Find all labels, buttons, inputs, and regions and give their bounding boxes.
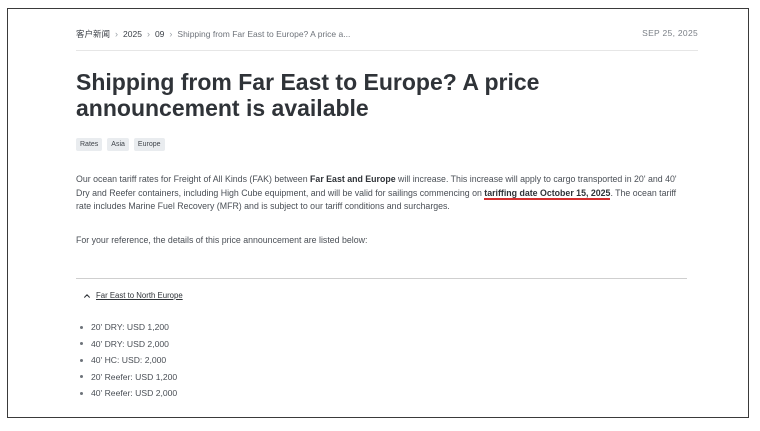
browser-frame: 客户新闻 › 2025 › 09 › Shipping from Far Eas… <box>7 8 749 418</box>
section-divider <box>76 278 687 279</box>
publish-date: SEP 25, 2025 <box>642 28 698 38</box>
bullet-icon <box>80 325 83 329</box>
tag-asia[interactable]: Asia <box>107 138 129 151</box>
chevron-up-icon <box>84 293 90 298</box>
bullet-icon <box>80 358 83 362</box>
tag-europe[interactable]: Europe <box>133 138 165 151</box>
tag-rates[interactable]: Rates <box>76 138 103 151</box>
list-item: 20' Reefer: USD 1,200 <box>78 369 177 386</box>
bullet-icon <box>80 375 83 379</box>
accordion-far-east-north-europe[interactable]: Far East to North Europe <box>84 291 183 300</box>
tariffing-date-highlight: tariffing date October 15, 2025 <box>484 187 611 200</box>
rate-text: 40' HC: USD: 2,000 <box>91 355 167 366</box>
chevron-right-icon: › <box>169 29 173 39</box>
list-item: 40' Reefer: USD 2,000 <box>78 385 177 402</box>
list-item: 40' HC: USD: 2,000 <box>78 352 177 369</box>
breadcrumb-item-news[interactable]: 客户新闻 <box>76 28 110 40</box>
list-item: 40' DRY: USD 2,000 <box>78 336 177 353</box>
rate-text: 20' Reefer: USD 1,200 <box>91 371 178 382</box>
intro-paragraph: Our ocean tariff rates for Freight of Al… <box>76 173 692 214</box>
intro-text-part1: Our ocean tariff rates for Freight of Al… <box>76 174 311 184</box>
bullet-icon <box>80 342 83 346</box>
rate-list: 20' DRY: USD 1,200 40' DRY: USD 2,000 40… <box>78 319 177 402</box>
rate-text: 20' DRY: USD 1,200 <box>91 322 169 333</box>
top-bar: 客户新闻 › 2025 › 09 › Shipping from Far Eas… <box>76 26 698 51</box>
list-item: 20' DRY: USD 1,200 <box>78 319 177 336</box>
page-title: Shipping from Far East to Europe? A pric… <box>76 69 540 121</box>
breadcrumb-item-month[interactable]: 09 <box>155 29 164 39</box>
chevron-right-icon: › <box>146 29 150 39</box>
bullet-icon <box>80 391 83 395</box>
intro-bold-route: Far East and Europe <box>310 174 396 184</box>
chevron-right-icon: › <box>115 29 119 39</box>
breadcrumb-current: Shipping from Far East to Europe? A pric… <box>177 29 351 39</box>
rate-text: 40' DRY: USD 2,000 <box>91 338 169 349</box>
breadcrumb: 客户新闻 › 2025 › 09 › Shipping from Far Eas… <box>76 28 350 40</box>
rate-text: 40' Reefer: USD 2,000 <box>91 388 178 399</box>
reference-paragraph: For your reference, the details of this … <box>76 235 368 245</box>
breadcrumb-item-year[interactable]: 2025 <box>123 29 142 39</box>
accordion-label: Far East to North Europe <box>96 291 183 300</box>
tag-list: Rates Asia Europe <box>76 138 165 151</box>
